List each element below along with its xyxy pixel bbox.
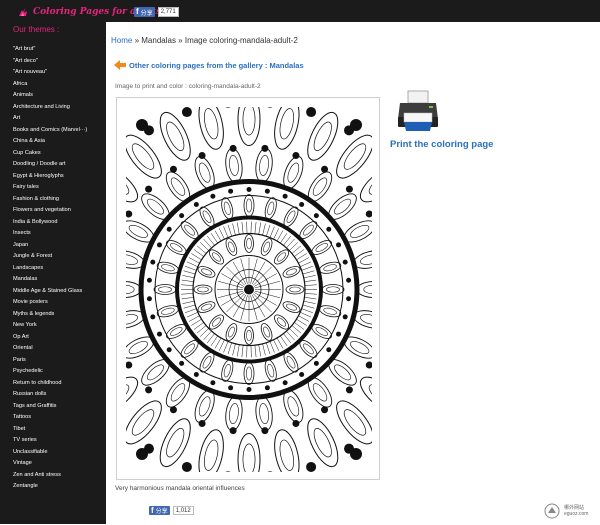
sidebar-theme-item[interactable]: Russian dolls (13, 389, 87, 401)
sidebar-theme-item[interactable]: Jungle & Forest (13, 251, 87, 263)
sidebar-theme-item[interactable]: Unclassifiable (13, 447, 87, 459)
coloring-image[interactable] (116, 97, 380, 480)
watermark-text: 哪外网站 eguoz.com (564, 505, 588, 517)
facebook-share-label: 分享 (156, 506, 168, 515)
sidebar-theme-item[interactable]: Animals (13, 90, 87, 102)
breadcrumb-current: Image coloring-mandala-adult-2 (185, 36, 298, 45)
sidebar-theme-item[interactable]: Landscapes (13, 263, 87, 275)
image-caption-top: Image to print and color : coloring-mand… (115, 83, 261, 90)
sidebar-theme-item[interactable]: Fashion & clothing (13, 194, 87, 206)
watermark: 哪外网站 eguoz.com (542, 502, 594, 520)
sidebar-theme-item[interactable]: Tattoos (13, 412, 87, 424)
facebook-share-top[interactable]: f 分享 2,771 (134, 7, 179, 17)
sidebar: Our themes : "Art brut""Art deco""Art no… (0, 22, 106, 524)
printer-icon[interactable] (396, 89, 440, 138)
sidebar-theme-item[interactable]: Doodling / Doodle art (13, 159, 87, 171)
sidebar-theme-item[interactable]: Fairy tales (13, 182, 87, 194)
sidebar-theme-item[interactable]: Books and Comics (Marvel···) (13, 125, 87, 137)
breadcrumb-home-link[interactable]: Home (111, 36, 132, 45)
top-bar: Coloring Pages for adults f 分享 2,771 (0, 0, 600, 22)
sidebar-theme-item[interactable]: Vintage (13, 458, 87, 470)
sidebar-theme-item[interactable]: Insects (13, 228, 87, 240)
main-content: Home » Mandalas » Image coloring-mandala… (106, 22, 600, 524)
sidebar-theme-item[interactable]: Oriental (13, 343, 87, 355)
sidebar-theme-item[interactable]: TV series (13, 435, 87, 447)
sidebar-theme-item[interactable]: Middle Age & Stained Glass (13, 286, 87, 298)
facebook-icon: f (151, 506, 154, 516)
facebook-share-button[interactable]: f 分享 (134, 7, 155, 17)
themes-title: Our themes : (13, 25, 59, 34)
sidebar-theme-item[interactable]: Africa (13, 79, 87, 91)
sidebar-theme-item[interactable]: Zen and Anti stress (13, 470, 87, 482)
facebook-share-count: 2,771 (158, 7, 179, 17)
facebook-share-button[interactable]: f 分享 (149, 506, 170, 515)
facebook-icon: f (136, 7, 139, 17)
sidebar-theme-item[interactable]: "Art deco" (13, 56, 87, 68)
sidebar-theme-item[interactable]: Zentangle (13, 481, 87, 493)
breadcrumb: Home » Mandalas » Image coloring-mandala… (111, 36, 298, 45)
facebook-share-label: 分享 (141, 8, 153, 17)
gallery-link[interactable]: Other coloring pages from the gallery : … (114, 60, 304, 70)
watermark-icon (542, 502, 562, 520)
sidebar-theme-item[interactable]: Cup Cakes (13, 148, 87, 160)
breadcrumb-separator: » (132, 36, 141, 45)
image-caption-bottom: Very harmonious mandala oriental influen… (115, 485, 245, 492)
sidebar-theme-item[interactable]: Architecture and Living (13, 102, 87, 114)
sidebar-theme-item[interactable]: China & Asia (13, 136, 87, 148)
sidebar-theme-item[interactable]: Japan (13, 240, 87, 252)
sidebar-theme-item[interactable]: "Art brut" (13, 44, 87, 56)
sidebar-theme-item[interactable]: Flowers and vegetation (13, 205, 87, 217)
gallery-link-label: Other coloring pages from the gallery : … (129, 61, 304, 70)
sidebar-theme-item[interactable]: India & Bollywood (13, 217, 87, 229)
sidebar-theme-item[interactable]: "Art nouveau" (13, 67, 87, 79)
breadcrumb-separator: » (176, 36, 185, 45)
sidebar-theme-item[interactable]: Art (13, 113, 87, 125)
sidebar-theme-item[interactable]: Movie posters (13, 297, 87, 309)
sidebar-theme-item[interactable]: Tibet (13, 424, 87, 436)
sidebar-theme-item[interactable]: Myths & legends (13, 309, 87, 321)
facebook-share-count: 1,012 (173, 506, 194, 515)
print-link[interactable]: Print the coloring page (390, 139, 493, 150)
theme-list: "Art brut""Art deco""Art nouveau"AfricaA… (13, 44, 87, 493)
facebook-share-bottom[interactable]: f 分享 1,012 (149, 506, 194, 515)
sidebar-theme-item[interactable]: New York (13, 320, 87, 332)
sidebar-theme-item[interactable]: Return to childhood (13, 378, 87, 390)
sidebar-theme-item[interactable]: Egypt & Hieroglyphs (13, 171, 87, 183)
sidebar-theme-item[interactable]: Paris (13, 355, 87, 367)
sidebar-theme-item[interactable]: Mandalas (13, 274, 87, 286)
mandala-image (126, 107, 372, 472)
brush-logo-icon (18, 7, 29, 17)
sidebar-theme-item[interactable]: Psychedelic (13, 366, 87, 378)
sidebar-theme-item[interactable]: Op Art (13, 332, 87, 344)
orange-arrow-icon (114, 60, 126, 70)
breadcrumb-category-link[interactable]: Mandalas (141, 36, 176, 45)
sidebar-theme-item[interactable]: Tags and Graffitis (13, 401, 87, 413)
